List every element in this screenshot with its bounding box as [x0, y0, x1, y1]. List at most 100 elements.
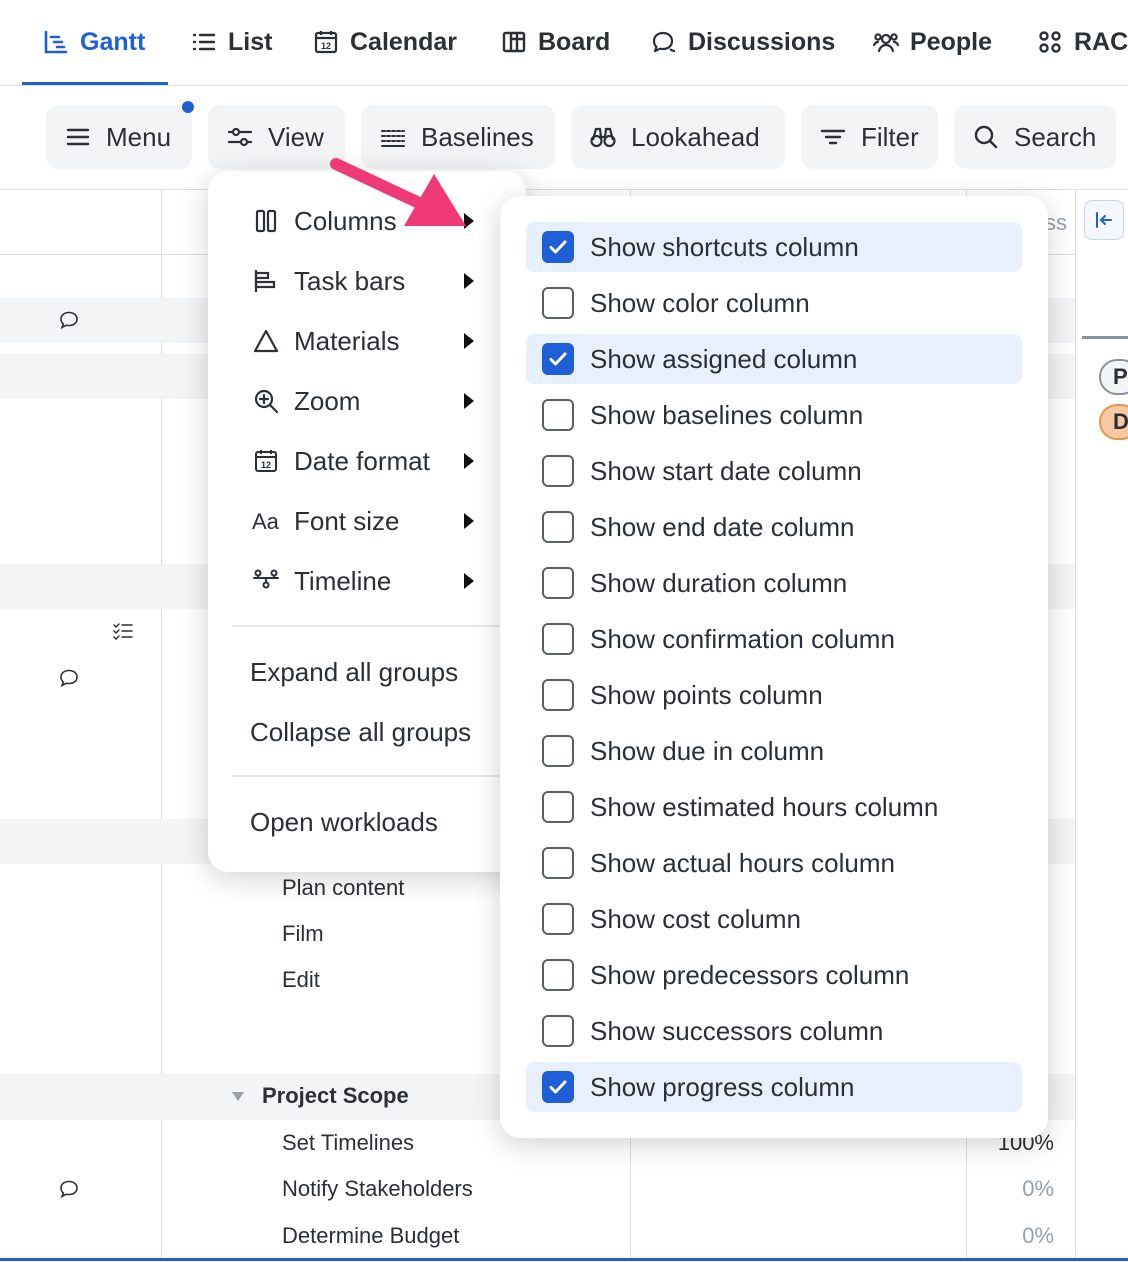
- column-option-label: Show estimated hours column: [590, 791, 939, 822]
- timeline-pill[interactable]: P: [1099, 359, 1128, 395]
- calendar-icon: 12: [314, 31, 338, 54]
- checkbox[interactable]: [542, 1071, 574, 1103]
- column-option[interactable]: Show predecessors column: [526, 950, 1022, 1000]
- baselines-icon: [381, 130, 405, 147]
- menu-item-label: Collapse all groups: [250, 716, 472, 747]
- comment-icon[interactable]: [58, 1178, 80, 1200]
- checkbox[interactable]: [542, 399, 574, 431]
- collapse-panel-button[interactable]: [1084, 200, 1124, 240]
- column-option[interactable]: Show successors column: [526, 1006, 1022, 1056]
- column-option[interactable]: Show assigned column: [526, 334, 1022, 384]
- checkmark-icon: [549, 240, 567, 254]
- tab-gantt[interactable]: Gantt: [42, 0, 145, 84]
- menu-item-font-size[interactable]: Aa Font size: [208, 493, 526, 549]
- checklist-icon[interactable]: [112, 620, 134, 642]
- checkbox[interactable]: [542, 567, 574, 599]
- task-name[interactable]: Plan content: [282, 875, 404, 901]
- tab-list[interactable]: List: [190, 0, 272, 84]
- checkbox[interactable]: [542, 959, 574, 991]
- column-option[interactable]: Show confirmation column: [526, 614, 1022, 664]
- collapse-all-groups-item[interactable]: Collapse all groups: [208, 704, 526, 760]
- checkbox[interactable]: [542, 623, 574, 655]
- menu-item-materials[interactable]: Materials: [208, 313, 526, 369]
- checkbox[interactable]: [542, 791, 574, 823]
- checkbox[interactable]: [542, 455, 574, 487]
- view-button[interactable]: View: [208, 105, 345, 169]
- checkbox[interactable]: [542, 679, 574, 711]
- active-tab-indicator: [22, 82, 168, 85]
- task-name[interactable]: Edit: [282, 967, 320, 993]
- menu-item-date-format[interactable]: 12 Date format: [208, 433, 526, 489]
- lookahead-button[interactable]: Lookahead: [571, 105, 785, 169]
- task-name[interactable]: Notify Stakeholders: [282, 1176, 473, 1202]
- column-option[interactable]: Show duration column: [526, 558, 1022, 608]
- checkbox[interactable]: [542, 511, 574, 543]
- search-icon: [974, 125, 998, 149]
- checkbox[interactable]: [542, 735, 574, 767]
- column-option[interactable]: Show end date column: [526, 502, 1022, 552]
- submenu-caret-icon: [464, 453, 474, 469]
- binoculars-icon: [590, 127, 616, 148]
- column-option-label: Show shortcuts column: [590, 231, 859, 262]
- timeline-icon: [253, 569, 279, 589]
- menu-item-columns[interactable]: Columns: [208, 193, 526, 249]
- checkbox[interactable]: [542, 903, 574, 935]
- discussions-icon: [652, 31, 676, 53]
- task-name[interactable]: Determine Budget: [282, 1223, 459, 1249]
- column-option[interactable]: Show progress column: [526, 1062, 1022, 1112]
- checkbox[interactable]: [542, 231, 574, 263]
- menu-item-zoom[interactable]: Zoom: [208, 373, 526, 429]
- expand-caret-icon[interactable]: [230, 1089, 246, 1103]
- tab-calendar-label: Calendar: [350, 27, 457, 56]
- column-option[interactable]: Show actual hours column: [526, 838, 1022, 888]
- expand-all-groups-item[interactable]: Expand all groups: [208, 644, 526, 700]
- submenu-caret-icon: [464, 393, 474, 409]
- menu-button[interactable]: Menu: [46, 105, 192, 169]
- search-button[interactable]: Search: [954, 105, 1116, 169]
- column-option[interactable]: Show shortcuts column: [526, 222, 1022, 272]
- column-option-label: Show color column: [590, 287, 810, 318]
- menu-item-label: Expand all groups: [250, 656, 459, 687]
- tab-raci[interactable]: RACI: [1036, 0, 1128, 84]
- column-option[interactable]: Show estimated hours column: [526, 782, 1022, 832]
- column-option-label: Show cost column: [590, 903, 801, 934]
- menu-item-timeline[interactable]: Timeline: [208, 553, 526, 609]
- column-option[interactable]: Show color column: [526, 278, 1022, 328]
- open-workloads-item[interactable]: Open workloads: [208, 794, 526, 850]
- comment-icon[interactable]: [58, 667, 80, 689]
- column-option[interactable]: Show due in column: [526, 726, 1022, 776]
- submenu-caret-icon: [464, 273, 474, 289]
- timeline-pill[interactable]: D: [1099, 404, 1128, 440]
- font-size-icon: Aa: [252, 509, 280, 534]
- menu-item-task-bars[interactable]: Task bars: [208, 253, 526, 309]
- view-menu: Columns Task bars Materials Zoom 12 Date…: [208, 171, 526, 872]
- column-option[interactable]: Show start date column: [526, 446, 1022, 496]
- task-name[interactable]: Film: [282, 921, 324, 947]
- group-title[interactable]: Project Scope: [262, 1083, 409, 1109]
- tab-gantt-label: Gantt: [80, 27, 146, 56]
- column-option[interactable]: Show baselines column: [526, 390, 1022, 440]
- checkbox[interactable]: [542, 847, 574, 879]
- menu-divider: [232, 625, 522, 627]
- top-tab-bar: Gantt List 12 Calendar Board Discussions…: [0, 0, 1128, 86]
- comment-icon[interactable]: [58, 309, 80, 331]
- checkbox[interactable]: [542, 343, 574, 375]
- checkbox[interactable]: [542, 1015, 574, 1047]
- task-name[interactable]: Set Timelines: [282, 1130, 414, 1156]
- svg-text:12: 12: [321, 41, 331, 51]
- svg-text:Aa: Aa: [252, 509, 280, 534]
- column-option[interactable]: Show points column: [526, 670, 1022, 720]
- menu-item-label: Font size: [294, 505, 400, 536]
- board-icon: [502, 31, 526, 53]
- notification-dot: [182, 101, 194, 113]
- menu-item-label: Materials: [294, 325, 400, 356]
- tab-board[interactable]: Board: [500, 0, 610, 84]
- baselines-button[interactable]: Baselines: [361, 105, 555, 169]
- column-option[interactable]: Show cost column: [526, 894, 1022, 944]
- tab-people[interactable]: People: [872, 0, 992, 84]
- checkbox[interactable]: [542, 287, 574, 319]
- filter-button[interactable]: Filter: [801, 105, 938, 169]
- sliders-icon: [227, 127, 253, 147]
- tab-discussions[interactable]: Discussions: [650, 0, 835, 84]
- tab-calendar[interactable]: 12 Calendar: [312, 0, 457, 84]
